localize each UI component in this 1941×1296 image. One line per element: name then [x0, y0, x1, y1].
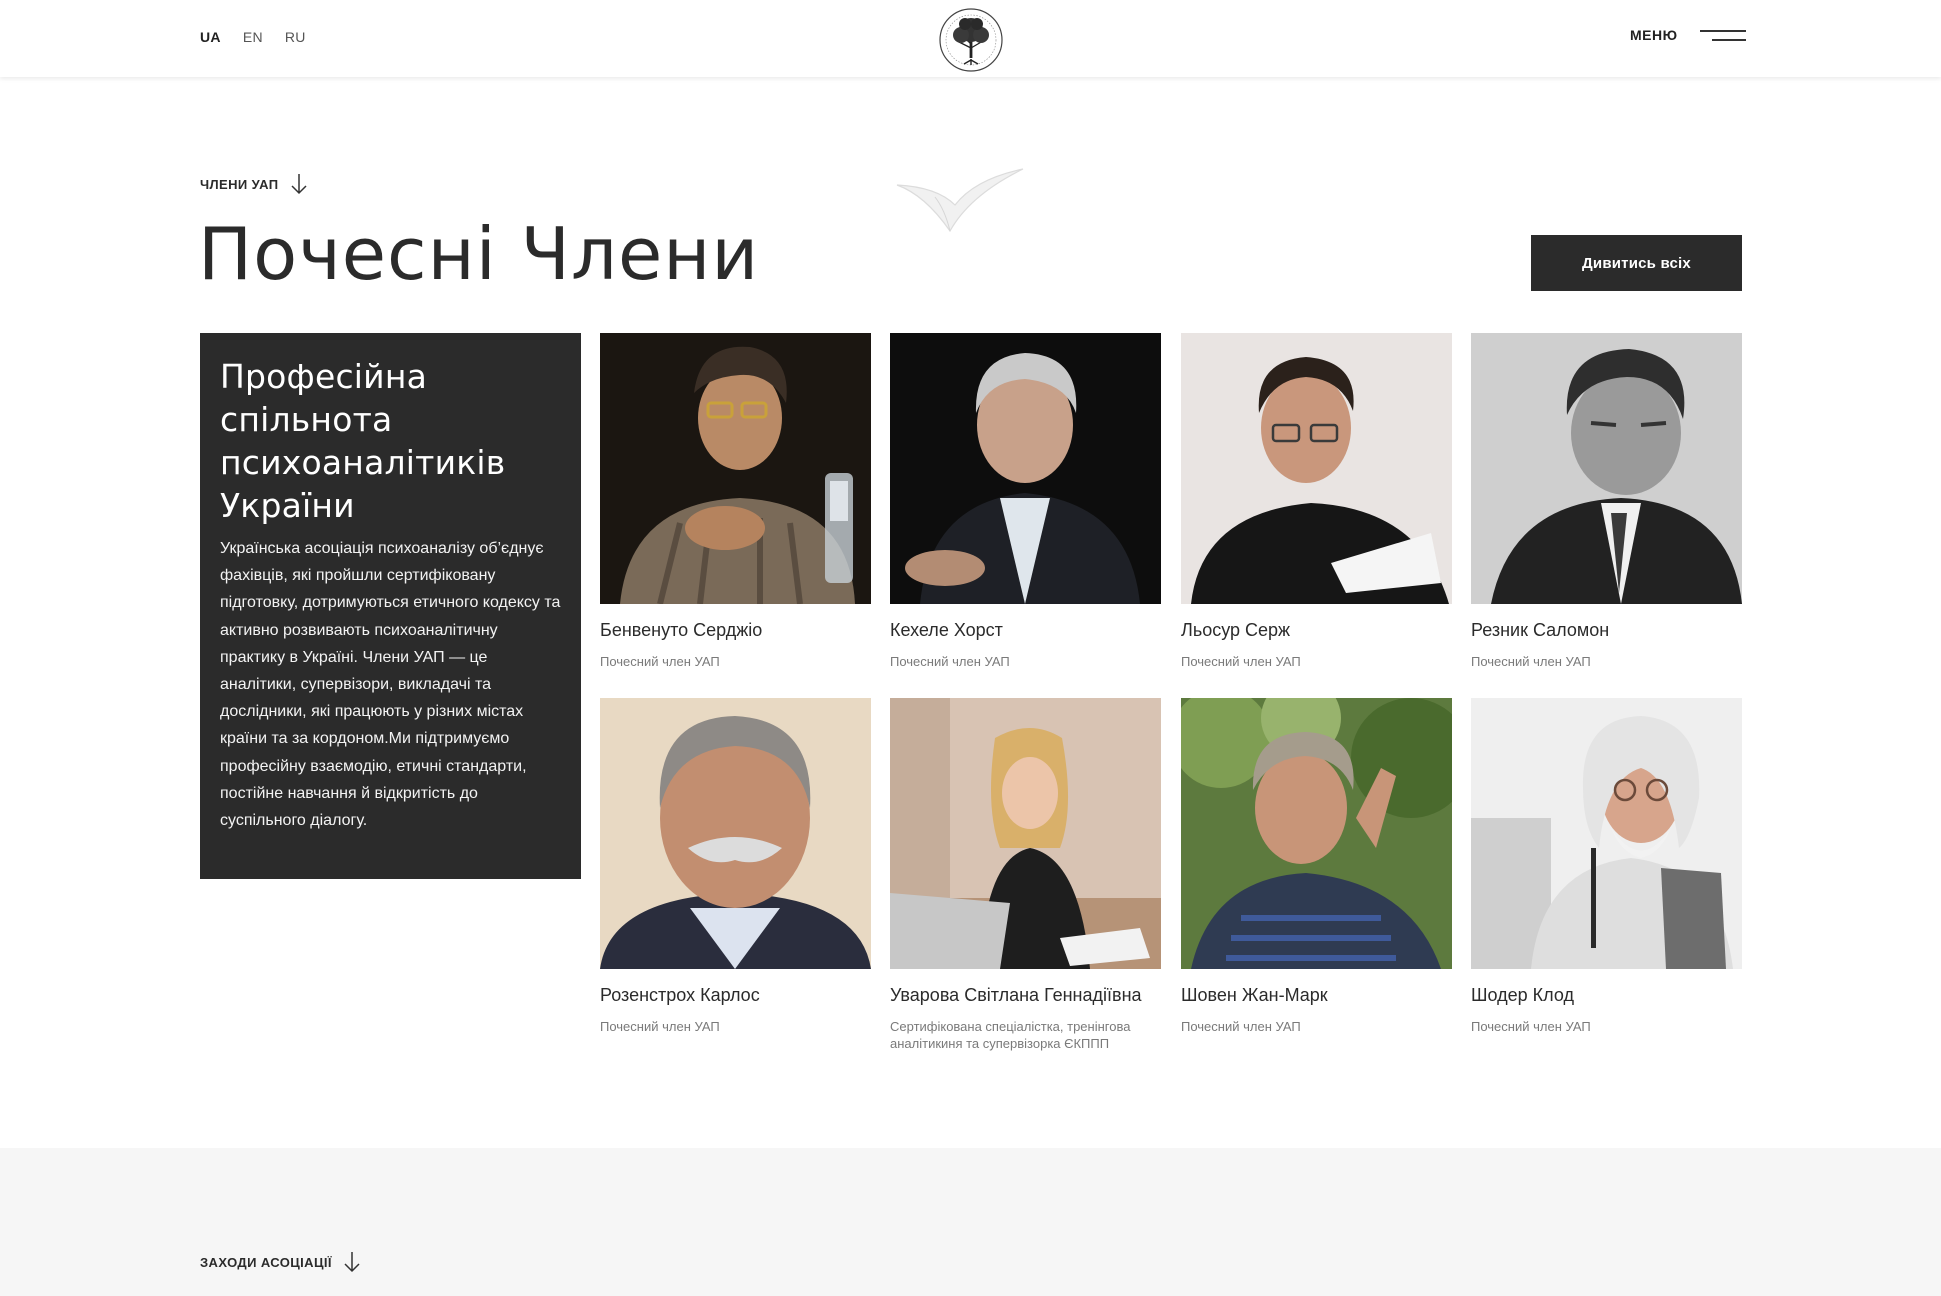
- member-card[interactable]: Кехеле Хорст Почесний член УАП: [890, 333, 1161, 670]
- member-name[interactable]: Бенвенуто Серджіо: [600, 620, 871, 641]
- info-box-text: Українська асоціація психоаналізу об’єдн…: [220, 540, 561, 830]
- member-name[interactable]: Шодер Клод: [1471, 985, 1742, 1006]
- member-name[interactable]: Шовен Жан-Марк: [1181, 985, 1452, 1006]
- member-photo[interactable]: [600, 333, 871, 604]
- events-eyebrow-label: ЗАХОДИ АСОЦІАЦІЇ: [200, 1254, 332, 1270]
- page-title: Почесні Члени: [198, 212, 760, 296]
- member-role: Почесний член УАП: [600, 654, 720, 669]
- member-card[interactable]: Шодер Клод Почесний член УАП: [1471, 698, 1742, 1035]
- member-photo[interactable]: [1181, 333, 1452, 604]
- paper-plane-decoration-icon: [896, 168, 1024, 233]
- member-photo[interactable]: [1471, 333, 1742, 604]
- view-all-button[interactable]: Дивитись всіх: [1531, 235, 1742, 291]
- info-box-title: Професійна спільнота психоаналітиків Укр…: [220, 357, 506, 525]
- member-name[interactable]: Уварова Світлана Геннадіївна: [890, 985, 1161, 1006]
- member-name[interactable]: Льосур Серж: [1181, 620, 1452, 641]
- lang-ru-link[interactable]: RU: [285, 29, 306, 45]
- member-role: Почесний член УАП: [600, 1019, 720, 1034]
- member-photo[interactable]: [1471, 698, 1742, 969]
- info-box: Професійна спільнота психоаналітиків Укр…: [200, 333, 581, 879]
- tree-logo-icon[interactable]: [935, 4, 1007, 76]
- hamburger-icon: [1699, 27, 1746, 43]
- member-card[interactable]: Уварова Світлана Геннадіївна Сертифікова…: [890, 698, 1161, 1052]
- member-card[interactable]: Резник Саломон Почесний член УАП: [1471, 333, 1742, 670]
- member-name[interactable]: Розенстрох Карлос: [600, 985, 871, 1006]
- member-name[interactable]: Резник Саломон: [1471, 620, 1742, 641]
- member-photo[interactable]: [890, 333, 1161, 604]
- member-role: Сертифікована спеціалістка, тренінгова а…: [890, 1019, 1131, 1051]
- language-switcher: UA EN RU: [200, 29, 306, 45]
- site-header: UA EN RU МЕНЮ: [0, 0, 1941, 77]
- lang-en-link[interactable]: EN: [243, 29, 263, 45]
- section-eyebrow-label: ЧЛЕНИ УАП: [200, 176, 279, 192]
- events-eyebrow: ЗАХОДИ АСОЦІАЦІЇ: [200, 1250, 362, 1274]
- member-role: Почесний член УАП: [890, 654, 1010, 669]
- member-card[interactable]: Льосур Серж Почесний член УАП: [1181, 333, 1452, 670]
- menu-label: МЕНЮ: [1630, 27, 1678, 43]
- section-eyebrow: ЧЛЕНИ УАП: [200, 172, 309, 196]
- member-role: Почесний член УАП: [1471, 1019, 1591, 1034]
- menu-button[interactable]: МЕНЮ: [1630, 27, 1746, 43]
- arrow-down-icon: [291, 174, 307, 195]
- member-card[interactable]: Бенвенуто Серджіо Почесний член УАП: [600, 333, 871, 670]
- member-card[interactable]: Шовен Жан-Марк Почесний член УАП: [1181, 698, 1452, 1035]
- member-photo[interactable]: [890, 698, 1161, 969]
- member-role: Почесний член УАП: [1181, 654, 1301, 669]
- arrow-down-icon: [344, 1252, 360, 1273]
- member-name[interactable]: Кехеле Хорст: [890, 620, 1161, 641]
- member-role: Почесний член УАП: [1181, 1019, 1301, 1034]
- member-photo[interactable]: [600, 698, 871, 969]
- lang-ua-link[interactable]: UA: [200, 29, 221, 45]
- member-photo[interactable]: [1181, 698, 1452, 969]
- member-card[interactable]: Розенстрох Карлос Почесний член УАП: [600, 698, 871, 1035]
- member-role: Почесний член УАП: [1471, 654, 1591, 669]
